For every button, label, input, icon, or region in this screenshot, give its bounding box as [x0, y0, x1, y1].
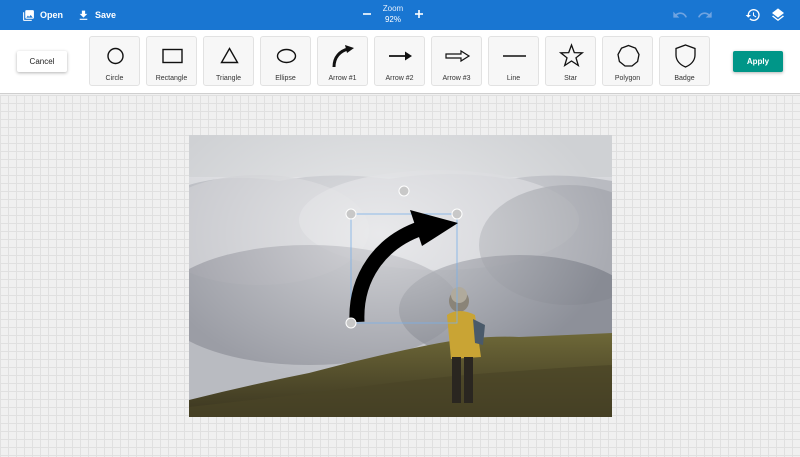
shape-rectangle[interactable]: Rectangle [146, 36, 197, 86]
shape-arrow-1[interactable]: Arrow #1 [317, 36, 368, 86]
shape-triangle[interactable]: Triangle [203, 36, 254, 86]
badge-icon [675, 44, 696, 68]
history-button[interactable] [745, 7, 761, 23]
zoom-control: Zoom 92% [358, 0, 428, 30]
redo-button[interactable] [697, 7, 713, 23]
polygon-icon [617, 44, 640, 67]
hollow-arrow-icon [445, 49, 471, 63]
resize-handle-bottom-left[interactable] [345, 317, 357, 329]
line-icon [503, 55, 526, 57]
plus-icon [415, 10, 423, 18]
shape-label: Rectangle [155, 75, 188, 82]
open-button[interactable]: Open [22, 0, 63, 30]
save-label: Save [95, 10, 117, 20]
shape-arrow-2[interactable]: Arrow #2 [374, 36, 425, 86]
shape-label: Ellipse [275, 75, 296, 82]
shape-label: Polygon [614, 75, 641, 82]
shape-line[interactable]: Line [488, 36, 539, 86]
redo-icon [698, 11, 712, 18]
shape-toolbar: Cancel Circle Rectangle Triangle Ellipse… [0, 30, 800, 94]
shape-polygon[interactable]: Polygon [602, 36, 653, 86]
shape-label: Arrow #1 [328, 75, 357, 82]
layers-button[interactable] [770, 7, 786, 23]
open-label: Open [40, 10, 64, 20]
star-icon [558, 43, 585, 68]
apply-button[interactable]: Apply [733, 51, 783, 72]
history-icon [745, 9, 760, 22]
resize-handle-top-right[interactable] [451, 208, 463, 220]
shape-label: Triangle [215, 75, 242, 82]
rectangle-icon [162, 48, 183, 64]
ellipse-icon [276, 48, 297, 64]
download-icon [79, 10, 88, 20]
shape-ellipse[interactable]: Ellipse [260, 36, 311, 86]
shape-badge[interactable]: Badge [659, 36, 710, 86]
circle-icon [107, 47, 124, 65]
undo-button[interactable] [672, 7, 688, 23]
cancel-button[interactable]: Cancel [17, 51, 67, 72]
rotate-handle[interactable] [398, 185, 410, 197]
curved-arrow-icon [332, 45, 354, 68]
shape-arrow-3[interactable]: Arrow #3 [431, 36, 482, 86]
top-app-bar: Open Save Zoom 92% [0, 0, 800, 30]
landscape-photo [189, 135, 612, 417]
save-button[interactable]: Save [77, 0, 116, 30]
arrow-icon [389, 51, 412, 61]
shape-label: Star [564, 75, 577, 82]
shape-label: Line [506, 75, 521, 82]
shape-circle[interactable]: Circle [89, 36, 140, 86]
shape-label: Circle [105, 75, 124, 82]
resize-handle-top-left[interactable] [345, 208, 357, 220]
image-library-icon [23, 9, 34, 21]
shape-star[interactable]: Star [545, 36, 596, 86]
undo-icon [673, 11, 687, 18]
photo-canvas[interactable] [189, 135, 612, 417]
zoom-in-button[interactable] [412, 7, 426, 21]
shape-label: Badge [674, 75, 695, 82]
shape-label: Arrow #3 [442, 75, 471, 82]
shape-label: Arrow #2 [385, 75, 414, 82]
layers-icon [772, 8, 784, 22]
triangle-icon [220, 47, 239, 64]
